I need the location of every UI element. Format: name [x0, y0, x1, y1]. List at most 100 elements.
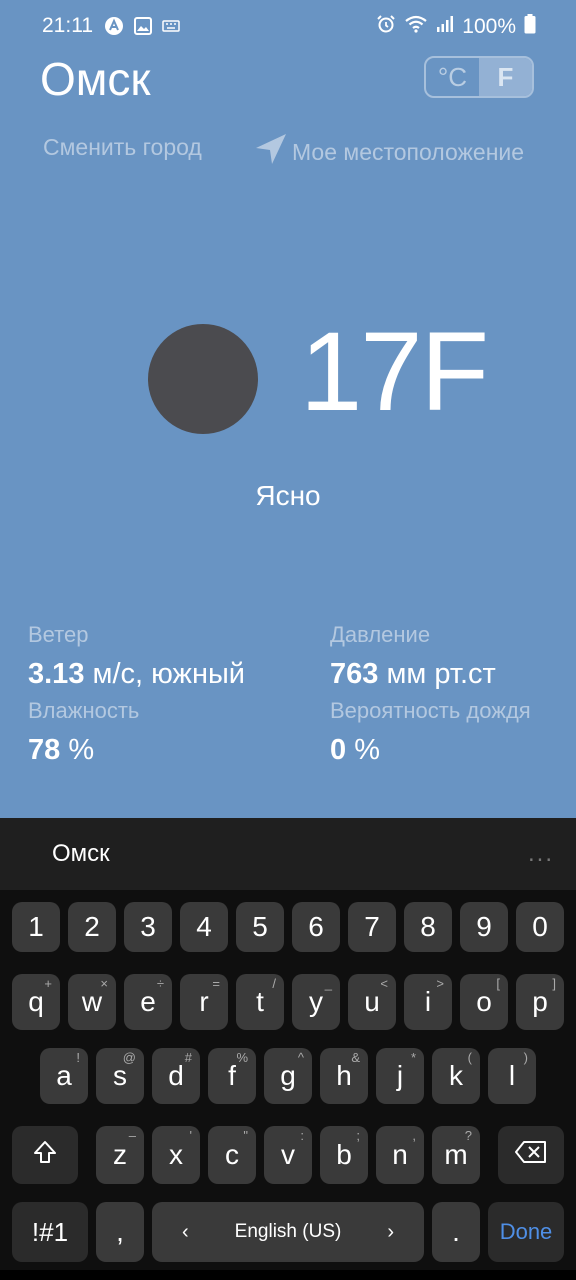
- key-9[interactable]: 9: [460, 902, 508, 952]
- my-location-link[interactable]: Мое местоположение: [254, 132, 524, 172]
- key-hint: (: [467, 1050, 472, 1065]
- pressure-label: Давление: [330, 622, 431, 647]
- key-label: x: [169, 1139, 183, 1170]
- key-label: e: [140, 986, 156, 1017]
- status-bar: 21:11 100%: [0, 0, 576, 54]
- home-indicator: [0, 1270, 576, 1280]
- key-x[interactable]: x ': [152, 1126, 200, 1184]
- key-label: b: [336, 1139, 352, 1170]
- navigation-arrow-icon: [254, 132, 288, 172]
- key-b[interactable]: b;: [320, 1126, 368, 1184]
- key-label: d: [168, 1060, 184, 1091]
- chevron-left-icon: ‹: [182, 1220, 189, 1243]
- key-label: q: [28, 986, 44, 1017]
- rain-label: Вероятность дождя: [330, 698, 531, 723]
- more-options-icon[interactable]: ...: [528, 840, 554, 868]
- humidity-value: 78 %: [28, 734, 94, 767]
- key-hint: –: [128, 1128, 136, 1143]
- key-label: w: [81, 986, 103, 1017]
- key-d[interactable]: d #: [152, 1048, 200, 1104]
- shift-icon: [31, 1138, 59, 1173]
- key-h[interactable]: h &: [320, 1048, 368, 1104]
- done-key[interactable]: Done: [488, 1202, 564, 1262]
- key-j[interactable]: j *: [376, 1048, 424, 1104]
- key-label: c: [225, 1139, 239, 1170]
- key-label: v: [281, 1139, 295, 1170]
- wind-label: Ветер: [28, 622, 89, 647]
- key-u[interactable]: u <: [348, 974, 396, 1030]
- key-l[interactable]: l): [488, 1048, 536, 1104]
- key-6[interactable]: 6: [292, 902, 340, 952]
- city-title: Омск: [40, 53, 151, 105]
- key-label: g: [280, 1060, 296, 1091]
- key-0[interactable]: 0: [516, 902, 564, 952]
- key-y[interactable]: y _: [292, 974, 340, 1030]
- key-a[interactable]: a!: [40, 1048, 88, 1104]
- key-c[interactable]: c ": [208, 1126, 256, 1184]
- period-key[interactable]: .: [432, 1202, 480, 1262]
- key-f[interactable]: f%: [208, 1048, 256, 1104]
- space-key[interactable]: ‹ English (US) ›: [152, 1202, 424, 1262]
- key-p[interactable]: p]: [516, 974, 564, 1030]
- comma-key[interactable]: ,: [96, 1202, 144, 1262]
- temperature: 17F: [300, 309, 489, 434]
- key-label: j: [396, 1060, 404, 1091]
- key-label: h: [336, 1060, 352, 1091]
- key-5[interactable]: 5: [236, 902, 284, 952]
- key-q[interactable]: q +: [12, 974, 60, 1030]
- celsius-button[interactable]: °C: [426, 58, 479, 96]
- key-label: 5: [252, 911, 268, 942]
- key-label: a: [56, 1060, 72, 1091]
- fahrenheit-button[interactable]: F: [479, 58, 532, 96]
- gallery-icon: [134, 17, 152, 40]
- key-n[interactable]: n,: [376, 1126, 424, 1184]
- key-hint: #: [184, 1050, 192, 1065]
- symbols-key[interactable]: !#1: [12, 1202, 88, 1262]
- key-m[interactable]: m?: [432, 1126, 480, 1184]
- key-hint: >: [436, 976, 444, 991]
- key-e[interactable]: e ÷: [124, 974, 172, 1030]
- key-label: p: [532, 986, 548, 1017]
- notification-a-icon: [104, 16, 124, 41]
- backspace-key[interactable]: [498, 1126, 564, 1184]
- key-i[interactable]: i >: [404, 974, 452, 1030]
- key-1[interactable]: 1: [12, 902, 60, 952]
- key-hint: ;: [356, 1128, 360, 1143]
- my-location-label: Мое местоположение: [292, 138, 525, 165]
- shift-key[interactable]: [12, 1126, 78, 1184]
- key-8[interactable]: 8: [404, 902, 452, 952]
- key-t[interactable]: t /: [236, 974, 284, 1030]
- space-label: English (US): [234, 1221, 342, 1242]
- humidity-label: Влажность: [28, 698, 140, 723]
- change-city-link[interactable]: Сменить город: [43, 134, 202, 161]
- key-s[interactable]: s @: [96, 1048, 144, 1104]
- wind-number: 3.13: [28, 658, 85, 690]
- wind-unit: м/с, южный: [92, 658, 246, 690]
- key-hint: /: [272, 976, 276, 991]
- key-3[interactable]: 3: [124, 902, 172, 952]
- unit-toggle: °C F: [424, 56, 534, 98]
- key-7[interactable]: 7: [348, 902, 396, 952]
- battery-text: 100%: [462, 15, 516, 38]
- key-label: 8: [420, 911, 436, 942]
- battery-icon: [524, 14, 536, 40]
- key-hint: ?: [464, 1128, 472, 1143]
- wifi-icon: [404, 14, 428, 40]
- key-label: n: [392, 1139, 408, 1170]
- key-label: 3: [140, 911, 156, 942]
- wind-value: 3.13 м/с, южный: [28, 658, 245, 691]
- suggestion-word[interactable]: Омск: [52, 840, 110, 868]
- key-v[interactable]: v:: [264, 1126, 312, 1184]
- key-z[interactable]: z –: [96, 1126, 144, 1184]
- key-hint: ": [243, 1128, 248, 1143]
- key-w[interactable]: w ×: [68, 974, 116, 1030]
- key-hint: ]: [552, 976, 556, 991]
- keyboard-area: Омск ... !#1 , ‹ English (US) › . Done 1…: [0, 818, 576, 1280]
- key-r[interactable]: r =: [180, 974, 228, 1030]
- key-4[interactable]: 4: [180, 902, 228, 952]
- key-g[interactable]: g ^: [264, 1048, 312, 1104]
- key-hint: !: [76, 1050, 80, 1065]
- key-o[interactable]: o[: [460, 974, 508, 1030]
- key-k[interactable]: k(: [432, 1048, 480, 1104]
- key-2[interactable]: 2: [68, 902, 116, 952]
